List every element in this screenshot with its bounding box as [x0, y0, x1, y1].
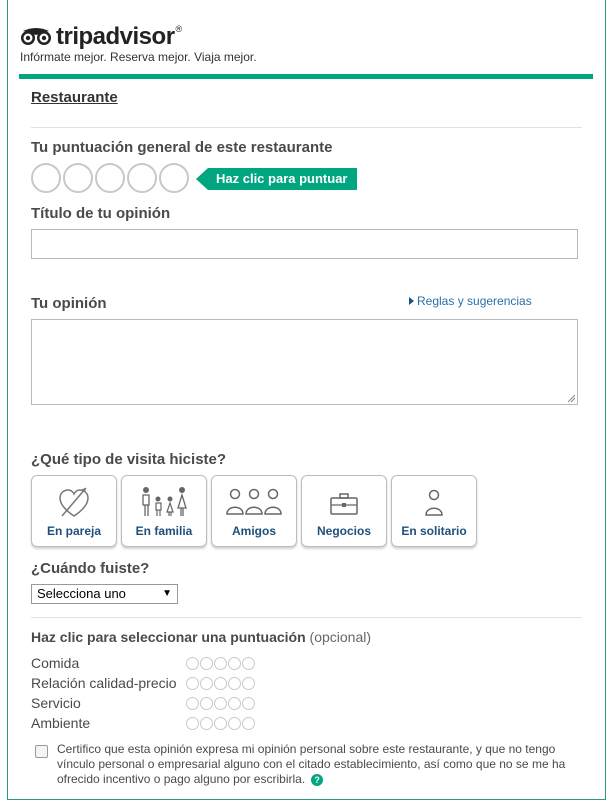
sub-ratings-label-text: Haz clic para seleccionar una puntuación [31, 629, 306, 645]
bubble-icon[interactable] [228, 677, 241, 690]
dropdown-arrow-icon: ▼ [162, 588, 172, 599]
heart-arrow-icon [59, 487, 89, 517]
review-body-textarea[interactable] [31, 319, 578, 405]
bubble-icon[interactable] [214, 677, 227, 690]
visit-option-friends[interactable]: Amigos [211, 475, 297, 547]
friends-icon [226, 488, 282, 515]
visit-option-label: En familia [135, 524, 193, 538]
bubble-icon[interactable] [242, 717, 255, 730]
visit-type-label: ¿Qué tipo de visita hiciste? [31, 451, 227, 468]
sub-rating-row: Ambiente [31, 715, 291, 735]
bubble-icon[interactable] [242, 677, 255, 690]
rating-bubble-3[interactable] [95, 163, 125, 193]
owl-logo-icon [21, 28, 51, 45]
resize-handle-icon[interactable] [567, 394, 575, 402]
review-title-input[interactable] [31, 229, 578, 259]
sub-rating-bubbles[interactable] [186, 677, 255, 690]
sub-rating-row: Comida [31, 655, 291, 675]
click-to-rate-tag: Haz clic para puntuar [196, 168, 358, 190]
visit-date-selected: Selecciona uno [37, 586, 126, 601]
sub-rating-bubbles[interactable] [186, 717, 255, 730]
sub-rating-row: Relación calidad-precio [31, 675, 291, 695]
divider [31, 617, 582, 618]
rating-bubble-4[interactable] [127, 163, 157, 193]
rating-bubble-2[interactable] [63, 163, 93, 193]
sub-rating-name: Ambiente [31, 715, 91, 731]
bubble-icon[interactable] [200, 677, 213, 690]
sub-ratings-label: Haz clic para seleccionar una puntuación… [31, 629, 371, 645]
bubble-icon[interactable] [186, 677, 199, 690]
bubble-icon[interactable] [200, 657, 213, 670]
tripadvisor-logo[interactable]: tripadvisor ® [20, 24, 600, 50]
sub-rating-bubbles[interactable] [186, 657, 255, 670]
bubble-icon[interactable] [242, 657, 255, 670]
bubble-icon[interactable] [228, 717, 241, 730]
bubble-icon[interactable] [242, 697, 255, 710]
bubble-icon[interactable] [200, 717, 213, 730]
divider [31, 127, 582, 128]
visit-option-label: En pareja [46, 524, 102, 538]
person-icon [425, 489, 443, 516]
triangle-right-icon [409, 297, 414, 305]
bubble-icon[interactable] [200, 697, 213, 710]
registered-mark: ® [175, 24, 183, 34]
bubble-icon[interactable] [228, 697, 241, 710]
visit-date-select[interactable]: Selecciona uno ▼ [31, 584, 178, 604]
visit-type-options: En pareja En familia Amigos Negocios En … [31, 475, 477, 547]
bubble-icon[interactable] [186, 697, 199, 710]
review-title-label: Título de tu opinión [31, 205, 171, 222]
bubble-icon[interactable] [214, 697, 227, 710]
family-icon [142, 487, 187, 516]
sub-rating-name: Comida [31, 655, 80, 671]
visit-option-label: Amigos [231, 524, 276, 538]
overall-rating-label: Tu puntuación general de este restaurant… [31, 139, 333, 156]
tagline: Infórmate mejor. Reserva mejor. Viaja me… [20, 50, 257, 64]
optional-note: (opcional) [309, 629, 372, 645]
sub-rating-row: Servicio [31, 695, 291, 715]
rules-link-text: Reglas y sugerencias [417, 294, 532, 308]
help-icon[interactable]: ? [311, 774, 324, 786]
certify-text-block: Certifico que esta opinión expresa mi op… [57, 742, 577, 787]
bubble-icon[interactable] [186, 717, 199, 730]
rules-link[interactable]: Reglas y sugerencias [409, 294, 532, 308]
header: tripadvisor ® Infórmate mejor. Reserva m… [20, 24, 600, 65]
header-accent-bar [19, 74, 593, 79]
visit-option-solo[interactable]: En solitario [391, 475, 477, 547]
bubble-icon[interactable] [186, 657, 199, 670]
visit-date-label: ¿Cuándo fuiste? [31, 560, 150, 577]
sub-rating-name: Relación calidad-precio [31, 675, 177, 691]
bubble-icon[interactable] [228, 657, 241, 670]
visit-option-family[interactable]: En familia [121, 475, 207, 547]
certify-checkbox[interactable] [35, 745, 48, 758]
visit-option-label: Negocios [316, 524, 371, 538]
sub-rating-bubbles[interactable] [186, 697, 255, 710]
visit-option-couple[interactable]: En pareja [31, 475, 117, 547]
overall-rating-bubbles[interactable] [31, 163, 189, 193]
briefcase-icon [330, 493, 358, 515]
section-title: Restaurante [31, 89, 118, 106]
rating-bubble-5[interactable] [159, 163, 189, 193]
bubble-icon[interactable] [214, 717, 227, 730]
bubble-icon[interactable] [214, 657, 227, 670]
brand-name: tripadvisor [56, 23, 175, 50]
rating-bubble-1[interactable] [31, 163, 61, 193]
sub-rating-name: Servicio [31, 695, 81, 711]
review-body-label: Tu opinión [31, 295, 107, 312]
visit-option-label: En solitario [401, 524, 467, 538]
visit-option-business[interactable]: Negocios [301, 475, 387, 547]
